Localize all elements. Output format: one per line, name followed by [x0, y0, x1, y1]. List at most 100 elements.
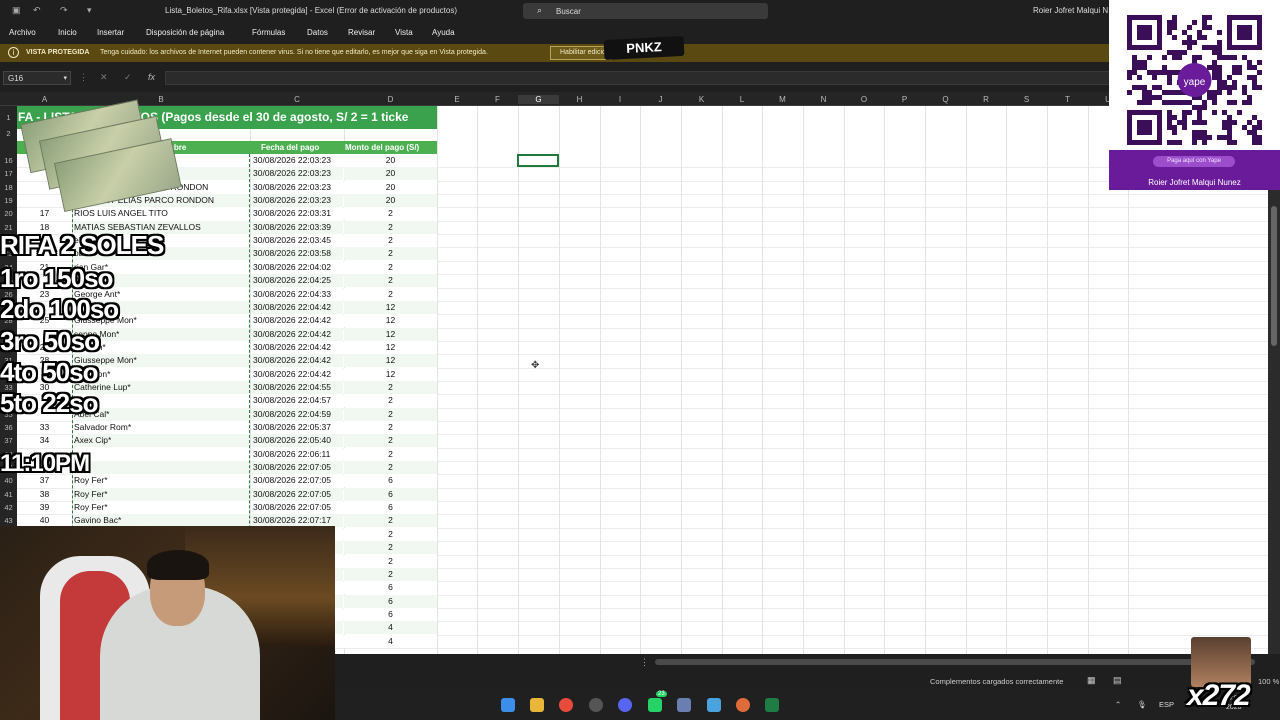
- row-header[interactable]: 20: [0, 209, 17, 218]
- column-header[interactable]: L: [722, 95, 762, 104]
- cell-d[interactable]: 2: [344, 207, 437, 221]
- column-header-selected[interactable]: G: [518, 95, 559, 104]
- cell-d[interactable]: 12: [344, 327, 437, 341]
- cell-a[interactable]: 34: [17, 434, 72, 447]
- column-header[interactable]: N: [803, 95, 844, 104]
- cell-d[interactable]: 2: [344, 567, 437, 581]
- name-box[interactable]: G16 ▾: [3, 71, 71, 85]
- cell-c[interactable]: 30/08/2026 22:03:45: [251, 234, 343, 248]
- more-tabs-icon[interactable]: ⋮: [640, 657, 649, 668]
- cell-c[interactable]: 30/08/2026 22:07:05: [251, 474, 343, 488]
- cell-d[interactable]: 2: [344, 434, 437, 448]
- column-header[interactable]: C: [250, 95, 344, 104]
- cell-a[interactable]: 33: [17, 421, 72, 434]
- cell-b[interactable]: Catherine Lup*: [74, 380, 249, 394]
- cell-c[interactable]: 30/08/2026 22:07:05: [251, 501, 343, 515]
- column-header[interactable]: A: [17, 95, 72, 104]
- cell-d[interactable]: 12: [344, 354, 437, 368]
- cell-d[interactable]: 6: [344, 487, 437, 501]
- cell-d[interactable]: 6: [344, 501, 437, 515]
- undo-icon[interactable]: ↶: [33, 5, 41, 16]
- tab-archivo[interactable]: Archivo: [9, 28, 36, 37]
- tab-ayuda[interactable]: Ayuda: [432, 28, 455, 37]
- cell-d[interactable]: 20: [344, 167, 437, 181]
- tab-formulas[interactable]: Fórmulas: [252, 28, 285, 37]
- cell-d[interactable]: 20: [344, 154, 437, 167]
- row-header[interactable]: 43: [0, 516, 17, 525]
- tab-disposicion[interactable]: Disposición de página: [146, 28, 224, 37]
- horizontal-scrollbar[interactable]: [655, 659, 1255, 665]
- column-header[interactable]: O: [844, 95, 884, 104]
- column-header[interactable]: J: [640, 95, 681, 104]
- row-header[interactable]: 36: [0, 423, 17, 432]
- row-header[interactable]: 37: [0, 436, 17, 445]
- column-header[interactable]: T: [1047, 95, 1088, 104]
- redo-icon[interactable]: ↷: [60, 5, 68, 16]
- language-indicator[interactable]: ESP: [1159, 700, 1174, 709]
- cell-d[interactable]: 4: [344, 621, 437, 635]
- column-header[interactable]: Q: [925, 95, 966, 104]
- cell-c[interactable]: 30/08/2026 22:03:31: [251, 207, 343, 221]
- cell-d[interactable]: 2: [344, 274, 437, 288]
- cell-d[interactable]: 2: [344, 394, 437, 408]
- cell-c[interactable]: 30/08/2026 22:04:55: [251, 380, 343, 394]
- column-header[interactable]: E: [437, 95, 477, 104]
- cell-b[interactable]: Roy Fer*: [74, 474, 249, 488]
- customize-icon[interactable]: ▾: [87, 5, 92, 16]
- more-options-icon[interactable]: ⋮: [79, 72, 88, 83]
- cell-d[interactable]: 12: [344, 340, 437, 354]
- cell-c[interactable]: 30/08/2026 22:04:57: [251, 394, 343, 408]
- scroll-thumb[interactable]: [1271, 206, 1277, 346]
- active-cell[interactable]: [517, 154, 559, 167]
- cell-c[interactable]: 30/08/2026 22:05:37: [251, 421, 343, 434]
- cell-d[interactable]: 6: [344, 594, 437, 608]
- header-amount[interactable]: Monto del pago (S/): [345, 143, 419, 152]
- cell-d[interactable]: 6: [344, 474, 437, 488]
- cell-b[interactable]: Roy Fer*: [74, 501, 249, 515]
- row-header[interactable]: 1: [0, 113, 17, 122]
- enter-icon[interactable]: ✓: [124, 72, 132, 83]
- cell-d[interactable]: 2: [344, 247, 437, 261]
- cell-d[interactable]: 2: [344, 541, 437, 555]
- row-header[interactable]: 19: [0, 196, 17, 205]
- tab-revisar[interactable]: Revisar: [348, 28, 375, 37]
- cell-a[interactable]: 38: [17, 488, 72, 501]
- column-header[interactable]: I: [600, 95, 640, 104]
- cell-b[interactable]: [74, 394, 249, 408]
- header-date[interactable]: Fecha del pago: [261, 143, 319, 152]
- discord-icon[interactable]: [618, 698, 632, 712]
- tab-insertar[interactable]: Insertar: [97, 28, 124, 37]
- windows-start-icon[interactable]: [501, 698, 515, 712]
- cell-d[interactable]: 2: [344, 527, 437, 541]
- calculator-icon[interactable]: [677, 698, 691, 712]
- cell-c[interactable]: 30/08/2026 22:04:42: [251, 367, 343, 381]
- microphone-icon[interactable]: 🎙: [1137, 700, 1147, 709]
- autosave-icon[interactable]: ▣: [12, 5, 21, 16]
- notepad-icon[interactable]: [707, 698, 721, 712]
- cell-c[interactable]: 30/08/2026 22:04:02: [251, 260, 343, 274]
- cell-b[interactable]: seppe Mon*: [74, 327, 249, 341]
- cell-c[interactable]: 30/08/2026 22:04:25: [251, 274, 343, 288]
- cell-b[interactable]: Abel Cal*: [74, 407, 249, 421]
- cell-c[interactable]: 30/08/2026 22:04:42: [251, 314, 343, 328]
- cell-c[interactable]: 30/08/2026 22:03:23: [251, 180, 343, 194]
- cell-c[interactable]: 30/08/2026 22:04:42: [251, 327, 343, 341]
- cell-d[interactable]: 4: [344, 634, 437, 648]
- cancel-icon[interactable]: ✕: [100, 72, 108, 83]
- cell-d[interactable]: 20: [344, 194, 437, 208]
- column-header[interactable]: P: [884, 95, 925, 104]
- cell-d[interactable]: 12: [344, 367, 437, 381]
- cell-c[interactable]: 30/08/2026 22:03:23: [251, 194, 343, 208]
- row-header[interactable]: 18: [0, 183, 17, 192]
- row-header[interactable]: 2: [0, 129, 17, 138]
- cell-c[interactable]: 30/08/2026 22:07:05: [251, 487, 343, 501]
- cell-d[interactable]: 2: [344, 380, 437, 394]
- column-header[interactable]: F: [477, 95, 518, 104]
- cell-c[interactable]: 30/08/2026 22:07:05: [251, 461, 343, 475]
- cell-d[interactable]: 2: [344, 447, 437, 461]
- search-box[interactable]: ⌕ Buscar: [523, 3, 768, 19]
- cell-d[interactable]: 2: [344, 287, 437, 301]
- cell-c[interactable]: 30/08/2026 22:03:39: [251, 220, 343, 234]
- cell-c[interactable]: 30/08/2026 22:04:59: [251, 407, 343, 421]
- column-header[interactable]: D: [344, 95, 437, 104]
